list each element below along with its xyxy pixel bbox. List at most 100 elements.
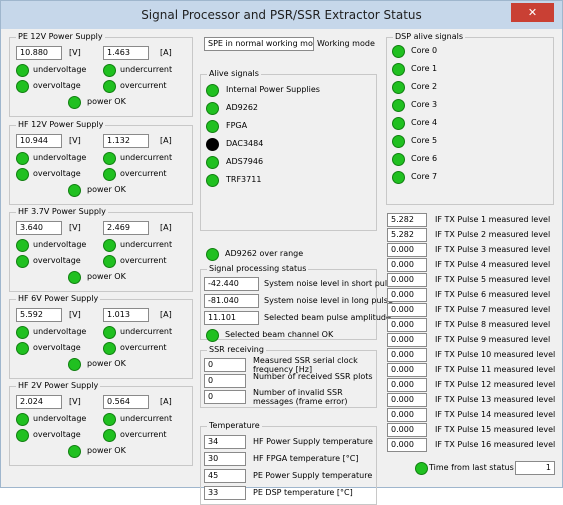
if-tx-pulse-value: 0.000 xyxy=(387,408,427,422)
if-tx-pulse-label: IF TX Pulse 2 measured level xyxy=(435,230,551,239)
undercurrent-label: undercurrent xyxy=(120,240,173,249)
power-ok-led xyxy=(68,358,81,371)
power-ok-label: power OK xyxy=(87,185,126,194)
ssr-receiving-title: SSR receiving xyxy=(207,345,266,355)
if-tx-pulse-label: IF TX Pulse 14 measured level xyxy=(435,410,556,419)
temperature-value: 30 xyxy=(204,452,246,466)
undercurrent-led xyxy=(103,64,116,77)
current-unit: [A] xyxy=(160,397,172,406)
power-supply-group: HF 12V Power Supply 10.944 [V] 1.132 [A] unde… xyxy=(9,120,193,205)
overvoltage-led xyxy=(16,168,29,181)
alive-signal-label: DAC3484 xyxy=(226,139,264,148)
current-unit: [A] xyxy=(160,136,172,145)
if-tx-pulse-label: IF TX Pulse 1 measured level xyxy=(435,215,551,224)
alive-signal-led xyxy=(206,174,219,187)
power-supply-group: HF 3.7V Power Supply 3.640 [V] 2.469 [A] unde… xyxy=(9,207,193,292)
power-supply-group: HF 6V Power Supply 5.592 [V] 1.013 [A] underv… xyxy=(9,294,193,379)
power-ok-label: power OK xyxy=(87,359,126,368)
overcurrent-led xyxy=(103,168,116,181)
current-value: 2.469 xyxy=(103,221,149,235)
window-title: Signal Processor and PSR/SSR Extractor S… xyxy=(141,8,422,22)
alive-signals-title: Alive signals xyxy=(207,69,261,79)
if-tx-pulse-value: 0.000 xyxy=(387,333,427,347)
overcurrent-led xyxy=(103,429,116,442)
power-ok-label: power OK xyxy=(87,97,126,106)
ad9262-over-range-label: AD9262 over range xyxy=(225,249,304,258)
current-value: 1.132 xyxy=(103,134,149,148)
dsp-core-led xyxy=(392,63,405,76)
undervoltage-led xyxy=(16,152,29,165)
undervoltage-label: undervoltage xyxy=(33,240,87,249)
temperature-value: 45 xyxy=(204,469,246,483)
dsp-core-label: Core 5 xyxy=(411,136,438,145)
dsp-core-led xyxy=(392,81,405,94)
if-tx-pulse-label: IF TX Pulse 5 measured level xyxy=(435,275,551,284)
overvoltage-label: overvoltage xyxy=(33,256,81,265)
signal-processing-label: System noise level in short pulse xyxy=(264,279,397,288)
alive-signal-label: ADS7946 xyxy=(226,157,264,166)
ssr-label: Number of received SSR plots xyxy=(253,372,373,381)
status-window: Signal Processor and PSR/SSR Extractor S… xyxy=(0,0,563,505)
if-tx-pulse-value: 0.000 xyxy=(387,273,427,287)
if-tx-pulse-label: IF TX Pulse 12 measured level xyxy=(435,380,556,389)
power-supply-title: HF 3.7V Power Supply xyxy=(16,207,108,217)
power-supply-title: HF 6V Power Supply xyxy=(16,294,101,304)
temperature-label: HF Power Supply temperature xyxy=(253,437,373,446)
signal-processing-label: Selected beam pulse amplitude xyxy=(264,313,391,322)
power-ok-led xyxy=(68,271,81,284)
overcurrent-label: overcurrent xyxy=(120,169,167,178)
overvoltage-led xyxy=(16,255,29,268)
overcurrent-label: overcurrent xyxy=(120,430,167,439)
undercurrent-label: undercurrent xyxy=(120,65,173,74)
dsp-core-led xyxy=(392,153,405,166)
dsp-core-label: Core 3 xyxy=(411,100,438,109)
if-tx-pulse-value: 0.000 xyxy=(387,258,427,272)
overvoltage-label: overvoltage xyxy=(33,81,81,90)
current-unit: [A] xyxy=(160,223,172,232)
if-tx-pulse-label: IF TX Pulse 15 measured level xyxy=(435,425,556,434)
alive-signal-label: TRF3711 xyxy=(226,175,262,184)
if-tx-pulse-value: 5.282 xyxy=(387,213,427,227)
undervoltage-led xyxy=(16,239,29,252)
working-mode-value: SPE in normal working mode xyxy=(204,37,314,51)
dsp-core-label: Core 4 xyxy=(411,118,438,127)
if-tx-pulse-value: 0.000 xyxy=(387,288,427,302)
current-value: 1.463 xyxy=(103,46,149,60)
if-tx-pulse-value: 0.000 xyxy=(387,378,427,392)
dsp-core-label: Core 6 xyxy=(411,154,438,163)
if-tx-pulse-value: 0.000 xyxy=(387,363,427,377)
dsp-core-label: Core 2 xyxy=(411,82,438,91)
alive-signal-led xyxy=(206,84,219,97)
close-button[interactable]: ✕ xyxy=(511,3,554,22)
undervoltage-led xyxy=(16,64,29,77)
voltage-unit: [V] xyxy=(69,136,81,145)
power-supply-title: HF 2V Power Supply xyxy=(16,381,101,391)
dsp-core-label: Core 7 xyxy=(411,172,438,181)
title-bar[interactable]: Signal Processor and PSR/SSR Extractor S… xyxy=(1,1,562,29)
ssr-label: Number of invalid SSR messages (frame er… xyxy=(253,388,348,406)
if-tx-pulse-value: 0.000 xyxy=(387,303,427,317)
current-value: 1.013 xyxy=(103,308,149,322)
overvoltage-led xyxy=(16,342,29,355)
voltage-unit: [V] xyxy=(69,397,81,406)
temperature-label: PE Power Supply temperature xyxy=(253,471,373,480)
if-tx-pulse-value: 0.000 xyxy=(387,423,427,437)
temperature-value: 34 xyxy=(204,435,246,449)
undercurrent-led xyxy=(103,413,116,426)
power-supply-group: HF 2V Power Supply 2.024 [V] 0.564 [A] underv… xyxy=(9,381,193,466)
signal-processing-value: -81.040 xyxy=(204,294,259,308)
undercurrent-led xyxy=(103,152,116,165)
if-tx-pulse-value: 0.000 xyxy=(387,348,427,362)
temperature-value: 33 xyxy=(204,486,246,500)
undervoltage-led xyxy=(16,413,29,426)
undercurrent-led xyxy=(103,239,116,252)
window-content: PE 12V Power Supply 10.880 [V] 1.463 [A] unde… xyxy=(1,29,562,505)
if-tx-pulse-value: 0.000 xyxy=(387,393,427,407)
voltage-value: 5.592 xyxy=(16,308,62,322)
signal-processing-value: -42.440 xyxy=(204,277,259,291)
alive-signal-label: AD9262 xyxy=(226,103,258,112)
undercurrent-label: undercurrent xyxy=(120,153,173,162)
if-tx-pulse-value: 5.282 xyxy=(387,228,427,242)
time-from-last-status-value: 1 xyxy=(515,461,555,475)
time-from-last-status-label: Time from last status xyxy=(429,463,514,472)
